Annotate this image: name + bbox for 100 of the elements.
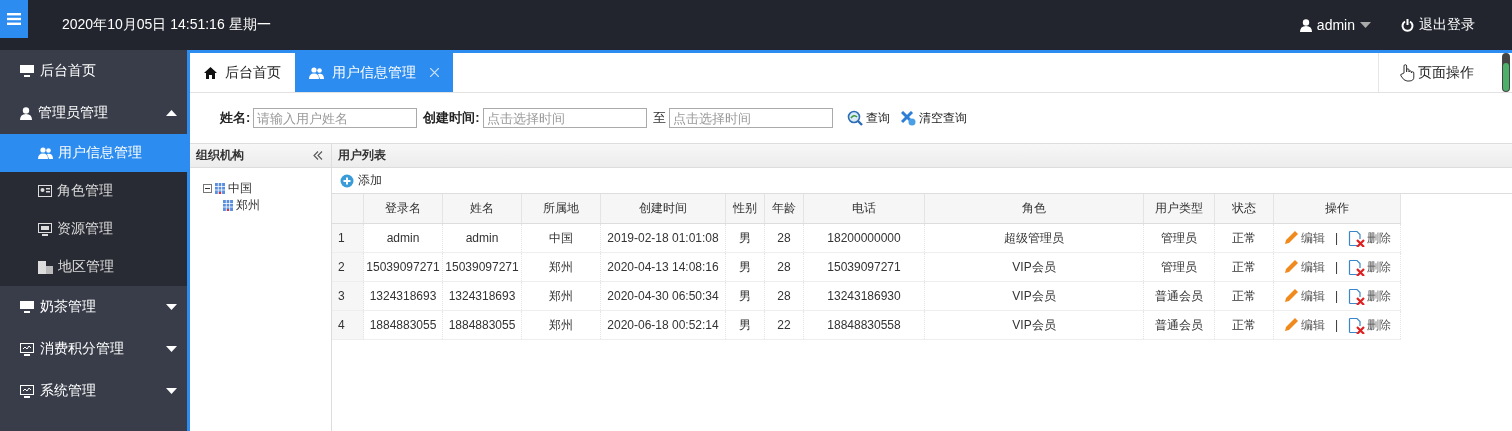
- table-cell: 2019-02-18 01:01:08: [600, 223, 726, 253]
- table-cell: 2020-04-30 06:50:34: [600, 281, 726, 311]
- column-header: 年龄: [764, 194, 804, 224]
- pencil-icon: [1282, 259, 1299, 275]
- logout-link[interactable]: 退出登录: [1401, 16, 1475, 34]
- clear-search-link[interactable]: 清空查询: [900, 109, 967, 127]
- menu-icon: [7, 13, 21, 25]
- table-cell: VIP会员: [924, 252, 1144, 282]
- row-number: 3: [332, 281, 364, 311]
- table-cell: 正常: [1214, 252, 1274, 282]
- sidebar-item[interactable]: 奶茶管理: [0, 286, 187, 328]
- delete-link[interactable]: 删除: [1348, 287, 1392, 305]
- panel-title: 用户列表: [338, 147, 386, 164]
- table-cell: 郑州: [521, 281, 601, 311]
- tab[interactable]: 后台首页: [190, 53, 295, 92]
- sidebar-subitem[interactable]: 资源管理: [0, 210, 187, 248]
- column-header: 登录名: [363, 194, 443, 224]
- column-header: 姓名: [442, 194, 522, 224]
- table-cell: 1324318693: [363, 281, 443, 311]
- separator: |: [1334, 318, 1339, 332]
- row-number: 4: [332, 310, 364, 340]
- row-number: 1: [332, 223, 364, 253]
- table-cell: 男: [725, 223, 765, 253]
- table-cell: 22: [764, 310, 804, 340]
- delete-link[interactable]: 删除: [1348, 258, 1392, 276]
- collapse-toggle-icon[interactable]: [203, 184, 212, 193]
- monitor-icon: [38, 222, 52, 236]
- range-separator: 至: [652, 109, 666, 127]
- edit-link[interactable]: 编辑: [1282, 229, 1325, 247]
- table-cell: 15039097271: [442, 252, 522, 282]
- sidebar-subitem[interactable]: 角色管理: [0, 172, 187, 210]
- power-icon: [1401, 18, 1414, 32]
- table-cell: 郑州: [521, 252, 601, 282]
- delete-link[interactable]: 删除: [1348, 229, 1392, 247]
- home-icon: [204, 66, 217, 79]
- table-cell: 13243186930: [803, 281, 925, 311]
- users-icon: [38, 147, 53, 159]
- clear-icon: [900, 110, 916, 126]
- separator: |: [1334, 260, 1339, 274]
- sidebar-item[interactable]: 系统管理: [0, 370, 187, 412]
- table-cell: 18200000000: [803, 223, 925, 253]
- pencil-icon: [1282, 317, 1299, 333]
- table-cell: 郑州: [521, 310, 601, 340]
- table-cell: 管理员: [1143, 252, 1215, 282]
- edit-link[interactable]: 编辑: [1282, 316, 1325, 334]
- delete-document-icon: [1348, 287, 1366, 305]
- table-cell: 28: [764, 252, 804, 282]
- monitor-icon: [20, 384, 34, 398]
- building-icon: [223, 200, 233, 211]
- column-header: 创建时间: [600, 194, 726, 224]
- caret-icon: [166, 110, 177, 116]
- datetime-text: 2020年10月05日 14:51:16 星期一: [62, 16, 271, 34]
- start-time-input[interactable]: 点击选择时间: [482, 108, 647, 128]
- column-header: 操作: [1273, 194, 1401, 224]
- table-cell: 1884883055: [363, 310, 443, 340]
- name-input[interactable]: 请输入用户姓名: [253, 108, 418, 128]
- sidebar-item[interactable]: 后台首页: [0, 50, 187, 92]
- table-cell: 管理员: [1143, 223, 1215, 253]
- users-icon: [309, 66, 324, 79]
- end-time-input[interactable]: 点击选择时间: [668, 108, 833, 128]
- delete-document-icon: [1348, 258, 1366, 276]
- table-cell: 正常: [1214, 281, 1274, 311]
- delete-document-icon: [1348, 316, 1366, 334]
- pencil-icon: [1282, 230, 1299, 246]
- field-label: 创建时间:: [423, 109, 480, 127]
- table-cell: 中国: [521, 223, 601, 253]
- table-cell: 正常: [1214, 223, 1274, 253]
- table-cell: 2020-04-13 14:08:16: [600, 252, 726, 282]
- tree-node[interactable]: 中国: [203, 180, 331, 197]
- row-number: 2: [332, 252, 364, 282]
- plus-icon: [340, 173, 354, 188]
- table-cell: admin: [442, 223, 522, 253]
- id-card-icon: [38, 184, 52, 198]
- table-cell: 15039097271: [363, 252, 443, 282]
- sidebar-item[interactable]: 消费积分管理: [0, 328, 187, 370]
- table-cell: 普通会员: [1143, 310, 1215, 340]
- table-cell: 18848830558: [803, 310, 925, 340]
- building-icon: [215, 183, 225, 194]
- search-link[interactable]: 查询: [846, 109, 890, 127]
- table-cell: 男: [725, 310, 765, 340]
- sidebar-item[interactable]: 管理员管理: [0, 92, 187, 134]
- edit-link[interactable]: 编辑: [1282, 287, 1325, 305]
- table-cell: 超级管理员: [924, 223, 1144, 253]
- table-cell: 普通会员: [1143, 281, 1215, 311]
- collapse-icon[interactable]: [313, 151, 323, 160]
- caret-icon: [166, 304, 177, 310]
- menu-button[interactable]: [0, 0, 28, 38]
- tree-node[interactable]: 郑州: [203, 197, 331, 214]
- user-menu[interactable]: admin: [1299, 17, 1371, 33]
- panel-title: 组织机构: [196, 147, 244, 164]
- separator: |: [1334, 231, 1339, 245]
- close-icon[interactable]: [430, 68, 439, 77]
- sidebar-subitem[interactable]: 地区管理: [0, 248, 187, 286]
- table-cell: 2020-06-18 00:52:14: [600, 310, 726, 340]
- scrollbar[interactable]: [1502, 53, 1510, 92]
- edit-link[interactable]: 编辑: [1282, 258, 1325, 276]
- delete-link[interactable]: 删除: [1348, 316, 1392, 334]
- field-label: 姓名:: [220, 109, 251, 127]
- column-header: 性别: [725, 194, 765, 224]
- add-link[interactable]: 添加: [340, 172, 382, 189]
